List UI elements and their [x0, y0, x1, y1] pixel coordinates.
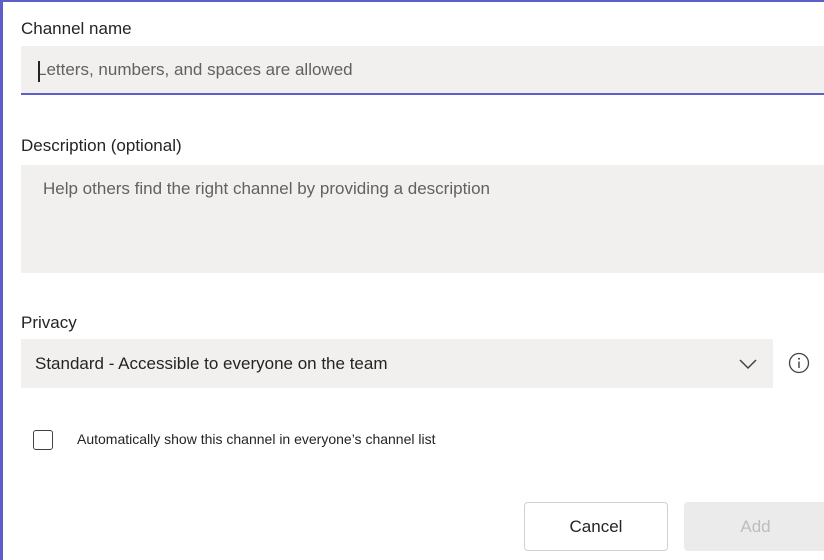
description-input[interactable]: [21, 165, 824, 273]
channel-name-field[interactable]: [21, 46, 824, 95]
description-label: Description (optional): [21, 136, 182, 155]
chevron-down-icon: [739, 358, 757, 369]
info-icon[interactable]: [788, 352, 810, 374]
cancel-button[interactable]: Cancel: [524, 502, 668, 551]
privacy-dropdown[interactable]: Standard - Accessible to everyone on the…: [21, 339, 773, 388]
privacy-selected-value: Standard - Accessible to everyone on the…: [35, 353, 388, 373]
channel-name-label: Channel name: [21, 19, 132, 38]
auto-show-label: Automatically show this channel in every…: [77, 431, 436, 447]
privacy-label: Privacy: [21, 313, 77, 332]
description-field[interactable]: [21, 165, 824, 273]
create-channel-dialog: Channel name Description (optional) Priv…: [0, 0, 824, 560]
auto-show-checkbox[interactable]: [33, 430, 53, 450]
text-caret: [38, 61, 40, 82]
channel-name-input[interactable]: [21, 46, 824, 93]
add-button[interactable]: Add: [684, 502, 824, 551]
